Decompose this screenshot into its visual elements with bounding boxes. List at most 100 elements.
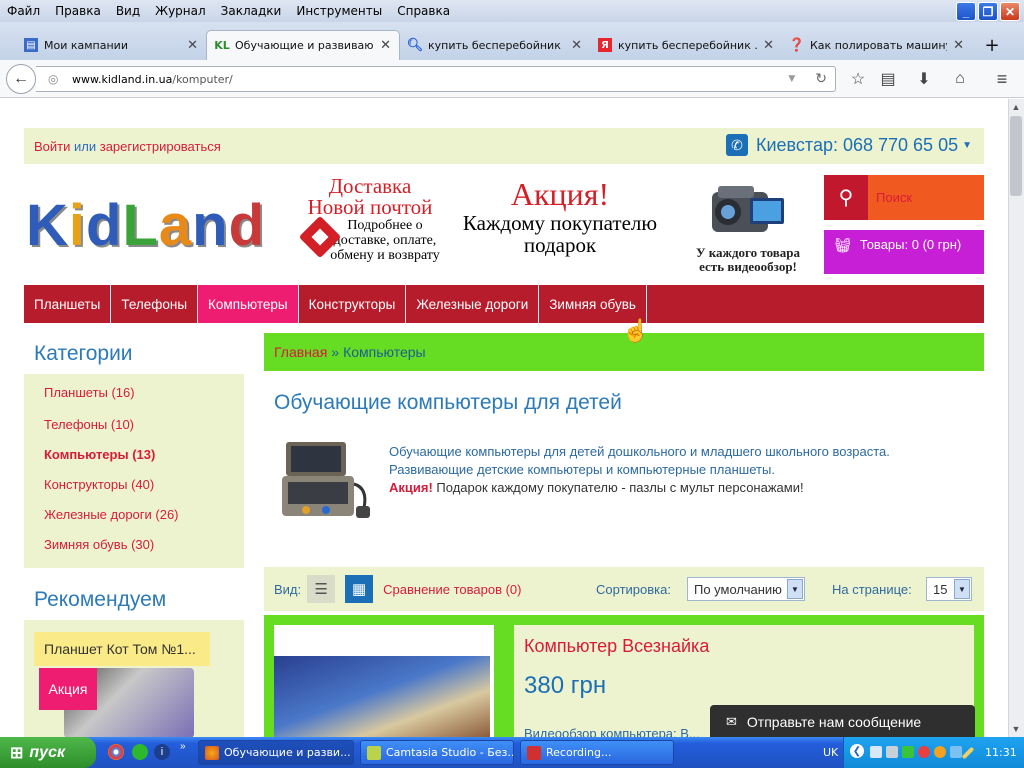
network-icon[interactable] bbox=[870, 746, 882, 758]
taskbar-item-camtasia[interactable]: Camtasia Studio - Без... bbox=[360, 740, 514, 765]
phone-number: Киевстар: 068 770 65 05 bbox=[756, 134, 959, 155]
sale-badge: Акция bbox=[39, 668, 97, 710]
chat-widget[interactable]: ✉ Отправьте нам сообщение bbox=[710, 705, 975, 738]
bookmark-star-icon[interactable]: ☆ bbox=[844, 66, 872, 92]
google-icon: 🔍︎ bbox=[406, 37, 424, 53]
nav-railways[interactable]: Железные дороги bbox=[406, 285, 540, 323]
description-promo-line: Акция! Подарок каждому покупателю - пазл… bbox=[389, 479, 949, 497]
category-constructors[interactable]: Конструкторы (40) bbox=[44, 477, 154, 492]
restore-button[interactable]: ❐ bbox=[978, 2, 998, 21]
category-tablets[interactable]: Планшеты (16) bbox=[44, 385, 135, 400]
description-line-2: Развивающие детские компьютеры и компьют… bbox=[389, 462, 775, 477]
new-tab-icon[interactable]: + bbox=[978, 30, 1006, 60]
menu-tools[interactable]: Инструменты bbox=[289, 4, 390, 18]
menu-bookmarks[interactable]: Закладки bbox=[214, 4, 290, 18]
reading-list-icon[interactable]: ▤ bbox=[874, 66, 902, 92]
expand-quicklaunch-icon[interactable]: » bbox=[180, 741, 186, 752]
promo-label: Акция! bbox=[389, 480, 433, 495]
video-camera-icon bbox=[712, 186, 784, 232]
dropdown-arrow-icon[interactable]: ▼ bbox=[788, 74, 795, 84]
tray-orange-icon[interactable] bbox=[934, 746, 946, 758]
start-button[interactable]: ⊞ пуск bbox=[0, 737, 96, 768]
menu-file[interactable]: Файл bbox=[0, 4, 48, 18]
breadcrumb-home-link[interactable]: Главная bbox=[274, 344, 327, 360]
minimize-button[interactable]: _ bbox=[956, 2, 976, 21]
menu-help[interactable]: Справка bbox=[390, 4, 458, 18]
close-tab-icon[interactable]: ✕ bbox=[571, 38, 582, 53]
promo-text: Подарок каждому покупателю - пазлы с мул… bbox=[432, 480, 804, 495]
promo-subtitle: Каждому покупателю подарок bbox=[462, 211, 658, 257]
register-link[interactable]: зарегистрироваться bbox=[100, 139, 221, 154]
recommend-product-name[interactable]: Планшет Кот Том №1... bbox=[34, 632, 210, 666]
close-tab-icon[interactable]: ✕ bbox=[763, 38, 774, 53]
nav-computers[interactable]: Компьютеры bbox=[198, 285, 299, 323]
product-image[interactable] bbox=[274, 656, 490, 738]
grid-view-icon[interactable]: ▦ bbox=[345, 575, 374, 603]
scrollbar-thumb[interactable] bbox=[1010, 116, 1022, 196]
product-name[interactable]: Компьютер Всезнайка bbox=[524, 636, 709, 657]
language-indicator[interactable]: UK bbox=[823, 746, 838, 759]
antivirus-icon[interactable] bbox=[918, 746, 930, 758]
category-railways[interactable]: Железные дороги (26) bbox=[44, 507, 179, 522]
login-link[interactable]: Войти bbox=[34, 139, 70, 154]
menu-view[interactable]: Вид bbox=[109, 4, 148, 18]
url-text: www.kidland.in.ua/komputer/ bbox=[72, 73, 233, 86]
tab-kidland[interactable]: KL Обучающие и развиваю... ✕ bbox=[206, 30, 400, 60]
cart-button[interactable]: 🧺︎ Товары: 0 (0 грн) bbox=[824, 230, 984, 274]
tab-polishing[interactable]: ❓ Как полировать машину ... ✕ bbox=[782, 30, 972, 60]
url-path: /komputer/ bbox=[172, 72, 233, 86]
nav-tablets[interactable]: Планшеты bbox=[24, 285, 112, 323]
tab-yandex-search[interactable]: Я купить бесперебойник ... ✕ bbox=[590, 30, 782, 60]
nav-constructors[interactable]: Конструкторы bbox=[299, 285, 407, 323]
category-phones[interactable]: Телефоны (10) bbox=[44, 417, 134, 432]
display-icon[interactable] bbox=[886, 746, 898, 758]
promo-banner[interactable]: Акция! Каждому покупателю подарок bbox=[445, 176, 675, 256]
scroll-up-icon[interactable]: ▲ bbox=[1008, 99, 1024, 115]
taskbar-item-firefox[interactable]: Обучающие и разви... bbox=[198, 740, 354, 765]
per-page-select[interactable]: 15 ▼ bbox=[926, 577, 972, 601]
menu-edit[interactable]: Правка bbox=[48, 4, 109, 18]
reload-icon[interactable]: ↻ bbox=[815, 71, 827, 87]
back-button[interactable]: ← bbox=[6, 64, 36, 94]
list-view-icon[interactable]: ☰ bbox=[307, 575, 336, 603]
search-icon[interactable]: ⚲ bbox=[824, 175, 868, 220]
search-box[interactable]: ⚲ Поиск bbox=[824, 175, 984, 220]
description-line-1: Обучающие компьютеры для детей дошкольно… bbox=[389, 444, 890, 459]
hamburger-menu-icon[interactable]: ≡ bbox=[988, 66, 1016, 92]
menu-history[interactable]: Журнал bbox=[148, 4, 214, 18]
close-tab-icon[interactable]: ✕ bbox=[380, 38, 391, 53]
tab-google-search[interactable]: 🔍︎ купить бесперебойник ... ✕ bbox=[400, 30, 590, 60]
download-icon[interactable]: ⬇ bbox=[910, 66, 938, 92]
breadcrumb-current: Компьютеры bbox=[343, 344, 426, 360]
scroll-down-icon[interactable]: ▼ bbox=[1008, 721, 1024, 737]
home-icon[interactable]: ⌂ bbox=[946, 66, 974, 92]
recommend-title: Рекомендуем bbox=[34, 588, 167, 611]
close-tab-icon[interactable]: ✕ bbox=[187, 38, 198, 53]
campaigns-icon: ▤ bbox=[24, 38, 38, 52]
start-label: пуск bbox=[29, 743, 66, 761]
category-computers[interactable]: Компьютеры (13) bbox=[44, 447, 155, 462]
close-tab-icon[interactable]: ✕ bbox=[953, 38, 964, 53]
sort-select[interactable]: По умолчанию ▼ bbox=[687, 577, 805, 601]
chat-label: Отправьте нам сообщение bbox=[746, 713, 922, 730]
per-page-label: На странице: bbox=[832, 581, 912, 597]
info-icon[interactable]: i bbox=[154, 744, 170, 760]
taskbar-item-recording[interactable]: Recording... bbox=[520, 740, 674, 765]
speaker-icon[interactable] bbox=[950, 746, 962, 758]
green-app-icon[interactable] bbox=[132, 744, 148, 760]
url-bar[interactable]: ◎ www.kidland.in.ua/komputer/ ▼ ↻ bbox=[36, 66, 836, 92]
phone-block[interactable]: ✆ Киевстар: 068 770 65 05 ▼ bbox=[726, 134, 972, 156]
nav-phones[interactable]: Телефоны bbox=[111, 285, 199, 323]
compare-link[interactable]: Сравнение товаров (0) bbox=[383, 582, 521, 597]
taskbar-item-label: Recording... bbox=[546, 746, 612, 759]
close-window-button[interactable]: ✕ bbox=[1000, 2, 1020, 21]
tab-campaigns[interactable]: ▤ Мои кампании ✕ bbox=[16, 30, 206, 60]
tab-label: Как полировать машину ... bbox=[810, 38, 947, 52]
tray-app-icon[interactable] bbox=[902, 746, 914, 758]
tray-collapse-icon[interactable]: ❮ bbox=[850, 744, 864, 758]
kidland-logo[interactable]: KidLand bbox=[26, 192, 265, 259]
clock[interactable]: 11:31 bbox=[985, 746, 1017, 759]
chrome-icon[interactable] bbox=[108, 744, 124, 760]
per-page-value: 15 bbox=[933, 581, 948, 597]
category-winter-shoes[interactable]: Зимняя обувь (30) bbox=[44, 537, 154, 552]
